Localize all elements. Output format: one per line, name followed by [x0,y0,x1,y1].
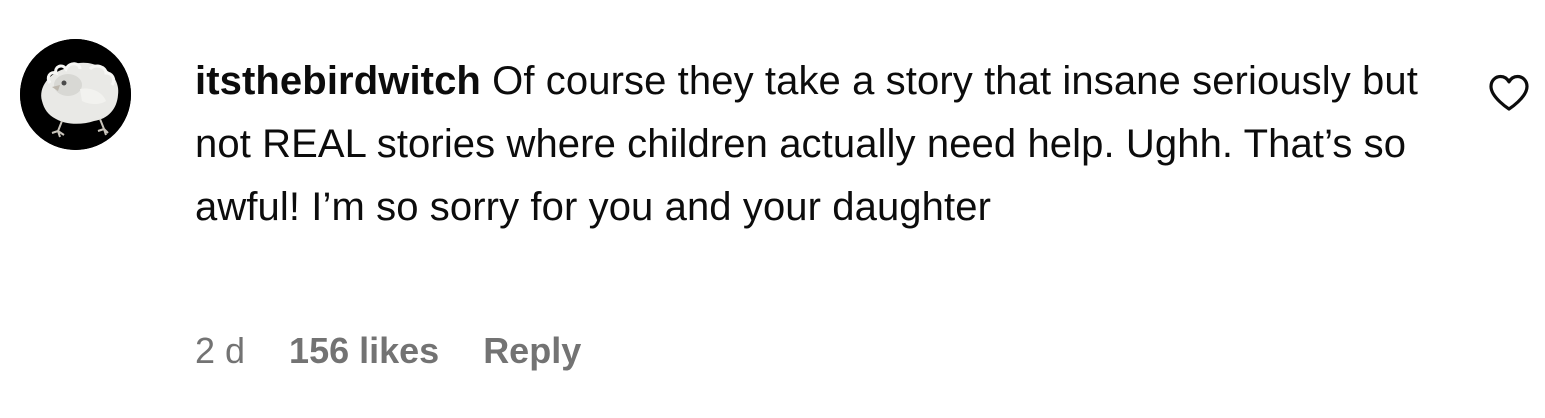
like-button[interactable] [1488,73,1530,113]
comment-meta: 2 d 156 likes Reply [195,328,581,374]
reply-button[interactable]: Reply [483,330,581,372]
comment-timestamp: 2 d [195,330,246,371]
avatar[interactable] [20,39,131,150]
comment-body: itsthebirdwitch Of course they take a st… [195,50,1445,239]
comment: itsthebirdwitch Of course they take a st… [0,0,1545,418]
bird-icon [20,39,131,150]
comment-username[interactable]: itsthebirdwitch [195,59,481,103]
heart-outline-icon [1489,74,1529,111]
comment-likes-count[interactable]: 156 likes [289,330,439,372]
